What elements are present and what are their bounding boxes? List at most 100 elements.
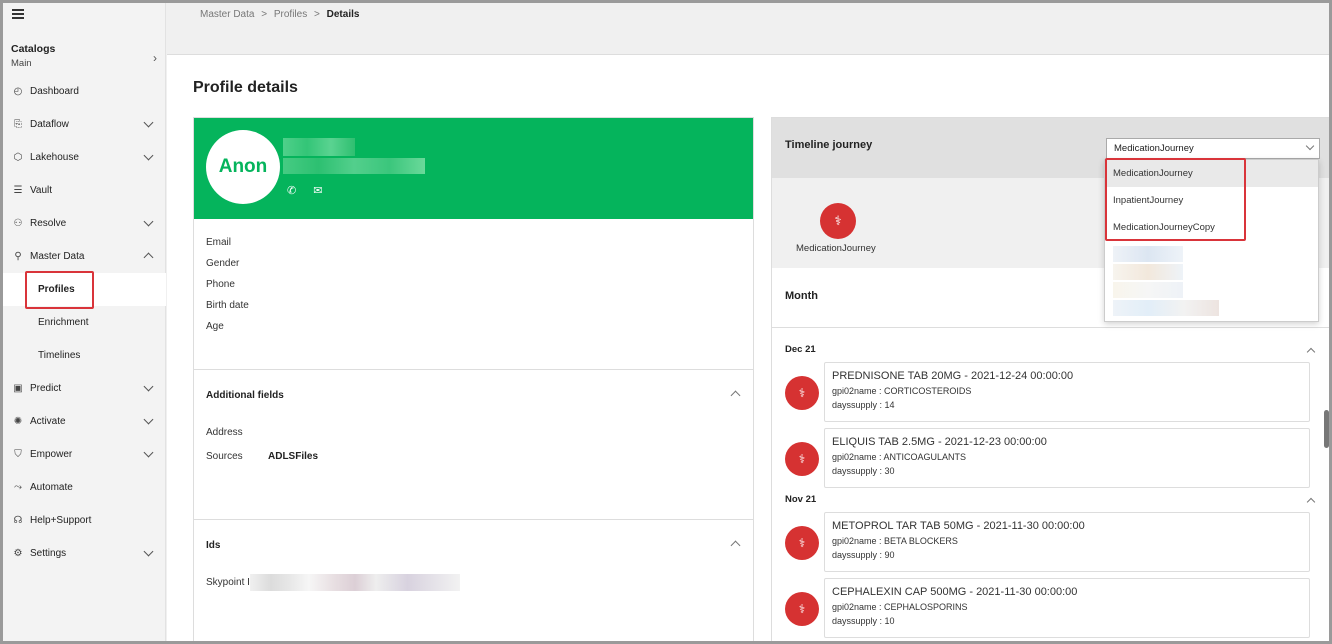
month-group-header[interactable]: Dec 21 (772, 344, 1329, 362)
catalog-selector[interactable]: Catalogs Main › (11, 43, 159, 69)
timeline-entry[interactable]: ⚕ CEPHALEXIN CAP 500MG - 2021-11-30 00:00… (772, 578, 1329, 641)
stethoscope-icon[interactable]: ⚕ (820, 203, 856, 239)
sidebar-item-master-data[interactable]: ⚲ Master Data (3, 240, 166, 273)
sidebar-item-empower[interactable]: ⛉ Empower (3, 438, 166, 471)
breadcrumb-details: Details (326, 9, 360, 20)
sidebar-item-label: Lakehouse (30, 152, 79, 163)
dataflow-icon: ⎘ (14, 119, 22, 130)
sidebar-item-lakehouse[interactable]: ⬡ Lakehouse (3, 141, 166, 174)
phone-icon[interactable]: ✆ (287, 185, 296, 197)
sidebar-item-label: Master Data (30, 251, 85, 262)
field-gender: Gender (206, 258, 240, 269)
main-content: Profile details Anon ✆ ✉ Email Gender Ph… (167, 55, 1329, 641)
sidebar-subitem-enrichment[interactable]: Enrichment (3, 306, 166, 339)
entry-gpi: gpi02name : CORTICOSTEROIDS (832, 386, 972, 396)
settings-icon: ⚙ (13, 548, 23, 559)
timeline-entry-card[interactable]: PREDNISONE TAB 20MG - 2021-12-24 00:00:0… (824, 362, 1310, 422)
sidebar-item-dashboard[interactable]: ◴ Dashboard (3, 75, 166, 108)
chevron-up-icon[interactable] (1306, 347, 1316, 357)
sidebar-item-label: Dashboard (30, 86, 79, 97)
redacted-option (1113, 300, 1219, 316)
entry-days-supply: dayssupply : 90 (832, 550, 895, 560)
sidebar-item-label: Settings (30, 548, 67, 559)
dashboard-icon: ◴ (13, 86, 23, 97)
app-window: Catalogs Main › ◴ Dashboard ⎘ Dataflow ⬡ Lake… (0, 0, 1332, 644)
sidebar-item-resolve[interactable]: ⚇ Resolve (3, 207, 166, 240)
timeline-entry[interactable]: ⚕ METOPROL TAR TAB 50MG - 2021-11-30 00:0… (772, 512, 1329, 578)
chevron-right-icon: › (153, 51, 157, 65)
mail-icon[interactable]: ✉ (313, 185, 322, 197)
entry-title: ELIQUIS TAB 2.5MG - 2021-12-23 00:00:00 (832, 436, 1047, 448)
timeline-entry-card[interactable]: ELIQUIS TAB 2.5MG - 2021-12-23 00:00:00 g… (824, 428, 1310, 488)
page-title: Profile details (193, 79, 298, 96)
additional-fields-header[interactable]: Additional fields (206, 370, 741, 420)
journey-select-value: MedicationJourney (1114, 143, 1194, 154)
sidebar-item-label: Dataflow (30, 119, 69, 130)
skypoint-id-label: Skypoint I (206, 576, 250, 588)
breadcrumb-separator: > (314, 9, 320, 20)
journey-label: MedicationJourney (796, 243, 876, 254)
breadcrumb: Master Data > Profiles > Details (200, 9, 359, 20)
month-group-header[interactable]: Nov 21 (772, 494, 1329, 512)
automate-icon: ⤳ (14, 482, 22, 493)
chevron-down-icon[interactable] (143, 447, 154, 458)
highlight-box (25, 271, 94, 309)
timeline-entry[interactable]: ⚕ ELIQUIS TAB 2.5MG - 2021-12-23 00:00:00… (772, 428, 1329, 494)
sidebar-nav: ◴ Dashboard ⎘ Dataflow ⬡ Lakehouse ☰ Vault ⚇ Reso… (3, 75, 166, 570)
sidebar-item-label: Help+Support (30, 515, 92, 526)
breadcrumb-profiles[interactable]: Profiles (274, 9, 307, 20)
field-email: Email (206, 237, 232, 248)
entry-days-supply: dayssupply : 30 (832, 466, 895, 476)
sidebar: Catalogs Main › ◴ Dashboard ⎘ Dataflow ⬡ Lake… (3, 3, 166, 641)
catalog-subtitle: Main (11, 58, 32, 69)
scrollbar[interactable] (1324, 410, 1329, 448)
ids-header[interactable]: Ids (206, 520, 741, 570)
predict-icon: ▣ (13, 383, 23, 394)
ids-section: Ids Skypoint I (194, 519, 753, 641)
avatar: Anon (206, 130, 280, 204)
timeline-entry-card[interactable]: METOPROL TAR TAB 50MG - 2021-11-30 00:00… (824, 512, 1310, 572)
chevron-up-icon[interactable] (1306, 497, 1316, 507)
month-group-label: Dec 21 (785, 344, 816, 355)
field-phone: Phone (206, 279, 235, 290)
sidebar-item-vault[interactable]: ☰ Vault (3, 174, 166, 207)
chevron-up-icon[interactable] (143, 252, 154, 263)
chevron-down-icon (1305, 141, 1315, 151)
sidebar-item-label: Vault (30, 185, 53, 196)
vault-icon: ☰ (13, 185, 23, 196)
sidebar-item-activate[interactable]: ✺ Activate (3, 405, 166, 438)
entry-gpi: gpi02name : BETA BLOCKERS (832, 536, 958, 546)
journey-select[interactable]: MedicationJourney (1106, 138, 1320, 159)
stethoscope-icon: ⚕ (785, 592, 819, 626)
redacted-option (1113, 246, 1183, 262)
sources-label: Sources (206, 450, 243, 462)
chevron-down-icon[interactable] (143, 546, 154, 557)
sidebar-item-automate[interactable]: ⤳ Automate (3, 471, 166, 504)
breadcrumb-master-data[interactable]: Master Data (200, 9, 254, 20)
address-label: Address (206, 426, 243, 438)
sidebar-item-help-support[interactable]: ☊ Help+Support (3, 504, 166, 537)
stethoscope-icon: ⚕ (785, 526, 819, 560)
chevron-down-icon[interactable] (143, 414, 154, 425)
sidebar-item-dataflow[interactable]: ⎘ Dataflow (3, 108, 166, 141)
stethoscope-icon: ⚕ (785, 376, 819, 410)
chevron-down-icon[interactable] (143, 381, 154, 392)
sidebar-item-predict[interactable]: ▣ Predict (3, 372, 166, 405)
entry-title: CEPHALEXIN CAP 500MG - 2021-11-30 00:00:… (832, 586, 1078, 598)
activate-icon: ✺ (13, 416, 23, 427)
profile-header: Anon ✆ ✉ (194, 118, 753, 219)
menu-icon[interactable] (12, 9, 24, 19)
stethoscope-icon: ⚕ (785, 442, 819, 476)
redacted-name (283, 138, 355, 156)
sidebar-subitem-timelines[interactable]: Timelines (3, 339, 166, 372)
timeline-entry-card[interactable]: CEPHALEXIN CAP 500MG - 2021-11-30 00:00:… (824, 578, 1310, 638)
chevron-down-icon[interactable] (143, 117, 154, 128)
sidebar-item-settings[interactable]: ⚙ Settings (3, 537, 166, 570)
sidebar-item-label: Automate (30, 482, 73, 493)
chevron-down-icon[interactable] (143, 150, 154, 161)
sidebar-item-label: Resolve (30, 218, 67, 229)
sources-value: ADLSFiles (268, 450, 319, 462)
chevron-down-icon[interactable] (143, 216, 154, 227)
timeline-entry[interactable]: ⚕ PREDNISONE TAB 20MG - 2021-12-24 00:00:… (772, 362, 1329, 428)
sidebar-item-label: Predict (30, 383, 62, 394)
